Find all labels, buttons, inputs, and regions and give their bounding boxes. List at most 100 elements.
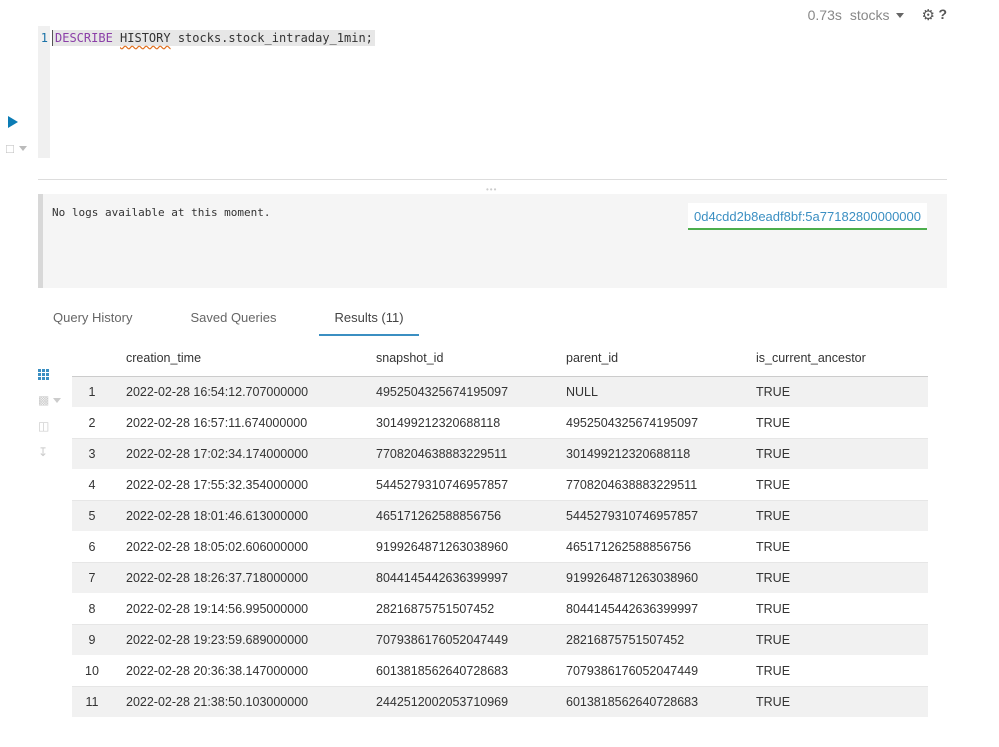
table-cell: 2022-02-28 19:14:56.995000000 xyxy=(112,593,362,625)
column-header[interactable]: snapshot_id xyxy=(362,340,552,377)
tab-saved-queries[interactable]: Saved Queries xyxy=(175,300,291,336)
table-cell: TRUE xyxy=(742,593,928,625)
bar-chart-icon[interactable]: ▩ xyxy=(38,392,62,408)
query-id-link[interactable]: 0d4cdd2b8eadf8bf:5a77182800000000 xyxy=(687,203,927,230)
table-cell: TRUE xyxy=(742,624,928,656)
table-row[interactable]: 6 2022-02-28 18:05:02.606000000 9199264871… xyxy=(72,531,928,563)
row-index: 7 xyxy=(72,562,112,594)
download-icon[interactable]: ↧ xyxy=(38,444,61,460)
table-cell: 2442512002053710969 xyxy=(362,686,552,718)
result-tabs: Query History Saved Queries Results (11) xyxy=(38,300,419,336)
table-row[interactable]: 11 2022-02-28 21:38:50.103000000 244251200… xyxy=(72,686,928,718)
help-button[interactable]: ? xyxy=(938,6,947,22)
column-header[interactable]: creation_time xyxy=(112,340,362,377)
grid-icon[interactable] xyxy=(38,366,61,382)
table-cell: 2022-02-28 18:05:02.606000000 xyxy=(112,531,362,563)
table-cell: 28216875751507452 xyxy=(362,593,552,625)
table-cell: TRUE xyxy=(742,376,928,408)
table-cell: 465171262588856756 xyxy=(552,531,742,563)
sql-code[interactable]: DESCRIBE HISTORY stocks.stock_intraday_1… xyxy=(52,30,375,46)
table-cell: TRUE xyxy=(742,655,928,687)
table-cell: 2022-02-28 17:55:32.354000000 xyxy=(112,469,362,501)
table-cell: TRUE xyxy=(742,531,928,563)
table-header-row: creation_time snapshot_id parent_id is_c… xyxy=(72,340,928,377)
table-cell: 2022-02-28 16:54:12.707000000 xyxy=(112,376,362,408)
chevron-down-icon xyxy=(895,12,904,18)
table-cell: 2022-02-28 21:38:50.103000000 xyxy=(112,686,362,718)
sql-rest: stocks.stock_intraday_1min; xyxy=(170,31,373,45)
table-cell: 4952504325674195097 xyxy=(362,376,552,408)
row-index: 6 xyxy=(72,531,112,563)
line-number: 1 xyxy=(40,31,48,45)
row-index-header xyxy=(72,340,112,377)
database-selector[interactable]: stocks xyxy=(850,7,904,23)
table-cell: 9199264871263038960 xyxy=(362,531,552,563)
table-cell: 8044145442636399997 xyxy=(362,562,552,594)
table-cell: 5445279310746957857 xyxy=(362,469,552,501)
row-index: 10 xyxy=(72,655,112,687)
table-cell: 7708204638883229511 xyxy=(362,438,552,470)
results-body: 1 2022-02-28 16:54:12.707000000 4952504325… xyxy=(72,376,928,718)
table-cell: 28216875751507452 xyxy=(552,624,742,656)
table-cell: 7079386176052047449 xyxy=(552,655,742,687)
tab-query-history[interactable]: Query History xyxy=(38,300,147,336)
table-cell: TRUE xyxy=(742,562,928,594)
editor-line[interactable]: 1 DESCRIBE HISTORY stocks.stock_intraday… xyxy=(38,30,375,46)
chevron-down-icon xyxy=(18,146,27,151)
table-cell: 2022-02-28 19:23:59.689000000 xyxy=(112,624,362,656)
editor-splitter[interactable] xyxy=(38,179,947,180)
gear-icon[interactable]: ⚙ xyxy=(922,6,935,24)
map-icon[interactable]: □ xyxy=(6,141,27,156)
chevron-down-icon xyxy=(53,397,62,403)
table-cell: TRUE xyxy=(742,469,928,501)
table-cell: 4952504325674195097 xyxy=(552,407,742,439)
tab-results[interactable]: Results (11) xyxy=(319,300,419,336)
table-cell: TRUE xyxy=(742,500,928,532)
play-icon[interactable] xyxy=(8,116,18,128)
resize-grip-icon[interactable]: ••• xyxy=(486,185,497,194)
table-row[interactable]: 2 2022-02-28 16:57:11.674000000 3014992123… xyxy=(72,407,928,439)
table-cell: 8044145442636399997 xyxy=(552,593,742,625)
table-cell: 2022-02-28 18:26:37.718000000 xyxy=(112,562,362,594)
table-cell: TRUE xyxy=(742,438,928,470)
table-cell: 301499212320688118 xyxy=(362,407,552,439)
table-cell: 301499212320688118 xyxy=(552,438,742,470)
row-index: 9 xyxy=(72,624,112,656)
table-row[interactable]: 4 2022-02-28 17:55:32.354000000 5445279310… xyxy=(72,469,928,501)
row-index: 8 xyxy=(72,593,112,625)
table-cell: TRUE xyxy=(742,407,928,439)
execution-time: 0.73s xyxy=(807,7,842,23)
table-cell: 465171262588856756 xyxy=(362,500,552,532)
table-cell: 6013818562640728683 xyxy=(552,686,742,718)
row-index: 5 xyxy=(72,500,112,532)
logs-panel: No logs available at this moment. 0d4cdd… xyxy=(38,194,947,288)
table-row[interactable]: 10 2022-02-28 20:36:38.147000000 601381856… xyxy=(72,655,928,687)
table-cell: 5445279310746957857 xyxy=(552,500,742,532)
table-cell: 7079386176052047449 xyxy=(362,624,552,656)
results-table: creation_time snapshot_id parent_id is_c… xyxy=(72,340,928,718)
table-row[interactable]: 1 2022-02-28 16:54:12.707000000 4952504325… xyxy=(72,376,928,408)
sql-keyword-history: HISTORY xyxy=(120,31,171,45)
logs-message: No logs available at this moment. xyxy=(52,206,271,219)
table-row[interactable]: 7 2022-02-28 18:26:37.718000000 8044145442… xyxy=(72,562,928,594)
result-actions: ▩ ◫ ↧ xyxy=(38,366,62,460)
column-header[interactable]: is_current_ancestor xyxy=(742,340,928,377)
table-cell: 2022-02-28 18:01:46.613000000 xyxy=(112,500,362,532)
table-cell: 9199264871263038960 xyxy=(552,562,742,594)
row-index: 3 xyxy=(72,438,112,470)
column-header[interactable]: parent_id xyxy=(552,340,742,377)
row-index: 1 xyxy=(72,376,112,408)
table-cell: 2022-02-28 16:57:11.674000000 xyxy=(112,407,362,439)
table-cell: 2022-02-28 20:36:38.147000000 xyxy=(112,655,362,687)
query-status: 0.73s stocks ⚙ xyxy=(808,6,935,24)
row-index: 2 xyxy=(72,407,112,439)
table-row[interactable]: 8 2022-02-28 19:14:56.995000000 2821687575… xyxy=(72,593,928,625)
row-index: 11 xyxy=(72,686,112,718)
row-index: 4 xyxy=(72,469,112,501)
sql-keyword: DESCRIBE xyxy=(55,31,113,45)
table-row[interactable]: 5 2022-02-28 18:01:46.613000000 4651712625… xyxy=(72,500,928,532)
columns-icon[interactable]: ◫ xyxy=(38,418,61,434)
table-cell: 6013818562640728683 xyxy=(362,655,552,687)
table-row[interactable]: 9 2022-02-28 19:23:59.689000000 7079386176… xyxy=(72,624,928,656)
table-row[interactable]: 3 2022-02-28 17:02:34.174000000 7708204638… xyxy=(72,438,928,470)
